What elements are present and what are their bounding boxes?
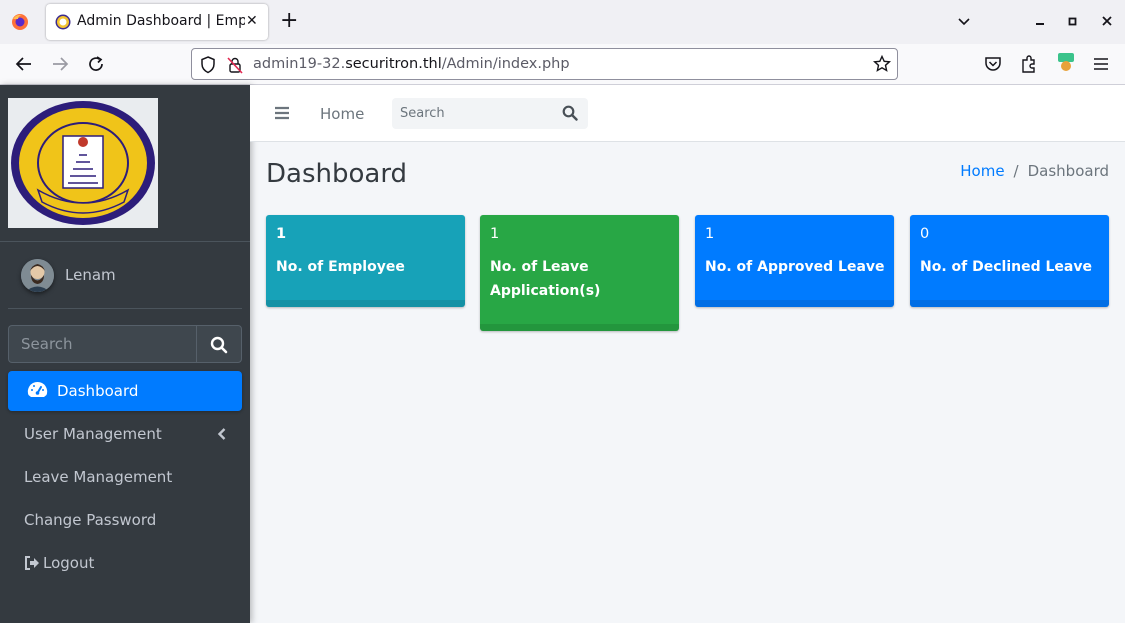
url-bar[interactable]: admin19-32.securitron.thl/Admin/index.ph…	[191, 48, 898, 80]
hamburger-menu-icon[interactable]	[1092, 54, 1110, 74]
sidebar-toggle-icon[interactable]	[274, 105, 290, 121]
user-panel: Lenam	[8, 242, 242, 309]
firefox-icon[interactable]	[10, 12, 30, 32]
browser-nav-bar: admin19-32.securitron.thl/Admin/index.ph…	[0, 44, 1125, 85]
url-path: /Admin/index.php	[441, 56, 570, 72]
sidebar-item-label: User Management	[24, 425, 162, 443]
maximize-icon[interactable]	[1067, 13, 1079, 29]
header-home-link[interactable]: Home	[320, 105, 364, 123]
new-tab-button[interactable]: +	[280, 8, 298, 34]
insecure-lock-icon[interactable]	[227, 56, 243, 74]
main-header: Home	[250, 85, 1125, 142]
chevron-left-icon	[217, 428, 226, 440]
sidebar: Lenam Dashboard User Management	[0, 85, 250, 623]
search-icon	[210, 336, 228, 354]
reload-icon[interactable]	[87, 54, 105, 74]
sidebar-search-button[interactable]	[196, 325, 242, 363]
pocket-icon[interactable]	[984, 54, 1002, 74]
extensions-puzzle-icon[interactable]	[1020, 54, 1038, 74]
sidebar-item-leave-management[interactable]: Leave Management	[8, 457, 242, 497]
stat-box-footer	[910, 300, 1109, 307]
stat-box-footer	[480, 324, 679, 331]
list-tabs-chevron-icon[interactable]	[956, 13, 972, 29]
school-crest-icon	[11, 101, 155, 225]
stat-label: No. of Approved Leave	[705, 259, 885, 275]
tab-close-icon[interactable]: ✕	[246, 13, 258, 29]
stat-box-approved-leave[interactable]: 1 No. of Approved Leave	[695, 215, 894, 307]
sidebar-item-label: Dashboard	[57, 382, 139, 400]
breadcrumb: Home / Dashboard	[960, 162, 1109, 180]
header-search-input[interactable]	[392, 98, 552, 129]
sidebar-item-label: Logout	[43, 554, 95, 572]
stat-value: 1	[490, 226, 500, 242]
stat-value: 1	[276, 226, 287, 242]
stat-value: 1	[705, 226, 715, 242]
user-avatar-icon	[21, 259, 54, 292]
tab-title: Admin Dashboard | Empl	[77, 13, 245, 29]
shield-icon[interactable]	[200, 56, 216, 74]
extension-badge-icon[interactable]	[1056, 51, 1076, 73]
sidebar-item-change-password[interactable]: Change Password	[8, 500, 242, 540]
sidebar-menu: Dashboard User Management Leave Manageme…	[8, 371, 242, 586]
back-arrow-icon[interactable]	[15, 54, 33, 74]
site-favicon-icon	[55, 14, 71, 30]
sidebar-item-label: Change Password	[24, 511, 157, 529]
header-search	[392, 98, 588, 129]
stat-box-leave-applications[interactable]: 1 No. of Leave Application(s)	[480, 215, 679, 331]
stat-box-declined-leave[interactable]: 0 No. of Declined Leave	[910, 215, 1109, 307]
sidebar-search	[8, 325, 242, 363]
stat-box-footer	[266, 300, 465, 307]
school-logo[interactable]	[8, 98, 158, 228]
bookmark-star-icon[interactable]	[873, 55, 891, 73]
breadcrumb-current: Dashboard	[1027, 162, 1109, 180]
browser-tab[interactable]: Admin Dashboard | Empl ✕	[46, 4, 268, 40]
sidebar-item-user-management[interactable]: User Management	[8, 414, 242, 454]
brand-area	[0, 85, 250, 242]
page-title: Dashboard	[266, 159, 408, 189]
tachometer-icon	[27, 381, 48, 397]
sign-out-icon	[25, 556, 39, 570]
url-text[interactable]: admin19-32.securitron.thl/Admin/index.ph…	[253, 56, 570, 72]
breadcrumb-home-link[interactable]: Home	[960, 162, 1004, 180]
url-domain: securitron.thl	[345, 56, 442, 72]
avatar[interactable]	[21, 259, 54, 292]
browser-tab-bar: Admin Dashboard | Empl ✕ +	[0, 0, 1125, 44]
stat-box-employee[interactable]: 1 No. of Employee	[266, 215, 465, 307]
stat-label: No. of Leave Application(s)	[490, 259, 601, 299]
stat-box-footer	[695, 300, 894, 307]
stat-label: No. of Employee	[276, 259, 405, 275]
user-name[interactable]: Lenam	[65, 266, 116, 284]
minimize-icon[interactable]	[1034, 13, 1046, 29]
sidebar-item-label: Leave Management	[24, 468, 173, 486]
stat-label: No. of Declined Leave	[920, 259, 1092, 275]
sidebar-search-input[interactable]	[8, 325, 197, 363]
sidebar-item-dashboard[interactable]: Dashboard	[8, 371, 242, 411]
forward-arrow-icon[interactable]	[51, 54, 69, 74]
sidebar-item-logout[interactable]: Logout	[8, 543, 242, 583]
url-prefix: admin19-32.	[253, 56, 346, 72]
breadcrumb-separator: /	[1013, 162, 1019, 180]
stat-value: 0	[920, 226, 930, 242]
close-window-icon[interactable]	[1100, 13, 1114, 29]
search-icon[interactable]	[562, 105, 578, 121]
